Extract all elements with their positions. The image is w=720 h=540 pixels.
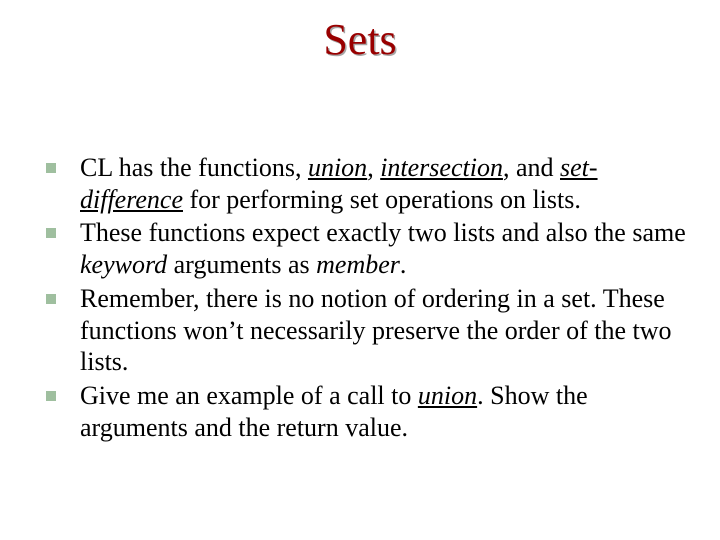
slide: Sets CL has the functions, union, inters…	[0, 0, 720, 540]
bullet-icon	[46, 391, 56, 401]
slide-title: Sets	[0, 0, 720, 65]
text-run: CL has the functions,	[80, 153, 308, 182]
list-item: These functions expect exactly two lists…	[46, 217, 690, 280]
text-run: ,	[367, 153, 380, 182]
term-keyword: keyword	[80, 250, 167, 279]
bullet-icon	[46, 228, 56, 238]
bullet-text: Remember, there is no notion of ordering…	[80, 283, 690, 378]
text-run: arguments as	[167, 250, 316, 279]
list-item: Give me an example of a call to union. S…	[46, 380, 690, 443]
list-item: Remember, there is no notion of ordering…	[46, 283, 690, 378]
bullet-icon	[46, 163, 56, 173]
term-union: union	[418, 381, 477, 410]
text-run: , and	[503, 153, 560, 182]
text-run: .	[400, 250, 407, 279]
text-run: These functions expect exactly two lists…	[80, 218, 686, 247]
term-union: union	[308, 153, 367, 182]
bullet-icon	[46, 294, 56, 304]
text-run: Give me an example of a call to	[80, 381, 418, 410]
slide-body: CL has the functions, union, intersectio…	[46, 152, 690, 445]
term-member: member	[316, 250, 400, 279]
bullet-text: Give me an example of a call to union. S…	[80, 380, 690, 443]
text-run: for performing set operations on lists.	[183, 185, 581, 214]
list-item: CL has the functions, union, intersectio…	[46, 152, 690, 215]
term-intersection: intersection	[380, 153, 503, 182]
bullet-text: These functions expect exactly two lists…	[80, 217, 690, 280]
bullet-text: CL has the functions, union, intersectio…	[80, 152, 690, 215]
